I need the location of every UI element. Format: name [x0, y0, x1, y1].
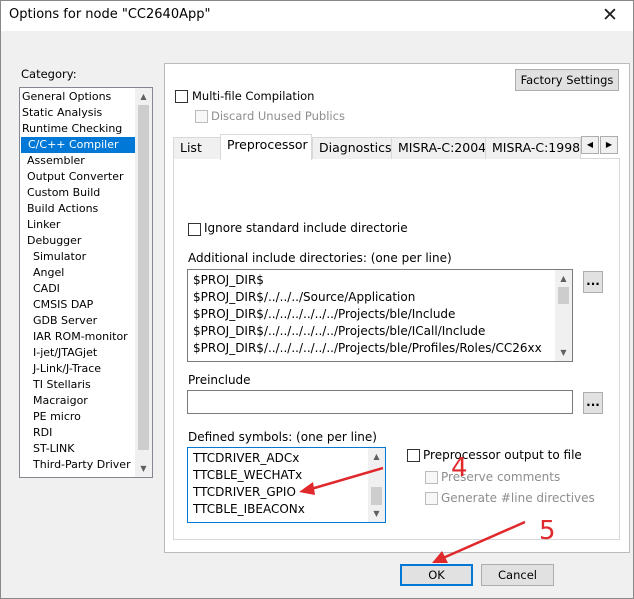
options-dialog: Options for node "CC2640App" ✕ Category:… — [0, 0, 634, 599]
annotation-arrow-4 — [310, 466, 384, 491]
annotation-arrow-5 — [442, 520, 526, 560]
tab-preprocessor[interactable]: Preprocessor — [220, 134, 312, 160]
annotation-overlay — [299, 466, 526, 563]
annotation-step-5: 5 — [539, 516, 556, 546]
annotation-arrowhead-4 — [299, 482, 315, 495]
annotation-step-4: 4 — [451, 453, 468, 483]
